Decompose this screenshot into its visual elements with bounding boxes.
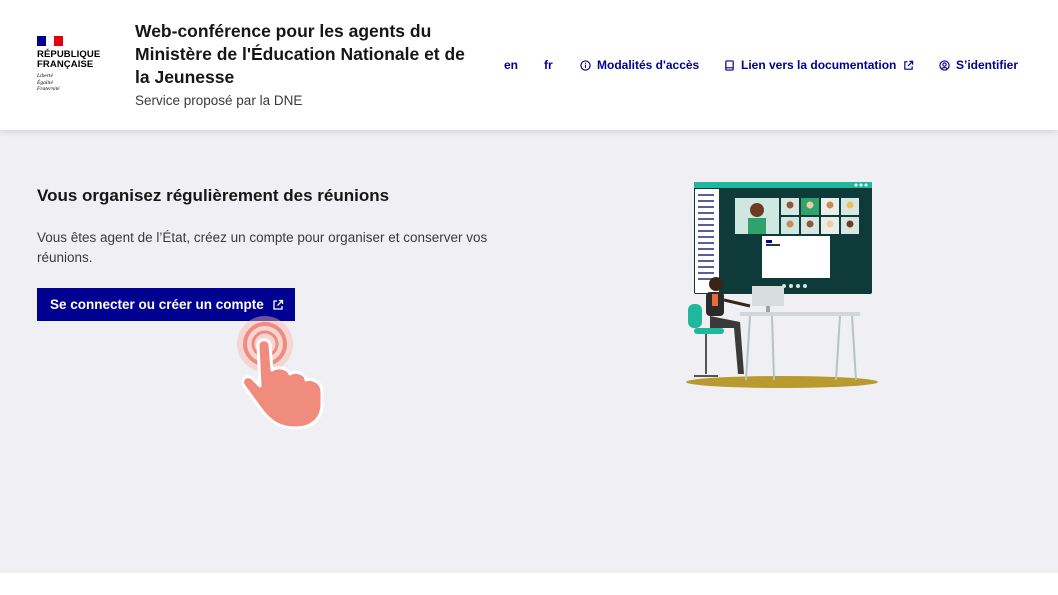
login-button-label: Se connecter ou créer un compte (50, 297, 264, 312)
site-header: RÉPUBLIQUE FRANÇAISE Liberté Égalité Fra… (0, 0, 1058, 130)
videoconference-illustration (686, 182, 878, 388)
info-icon (579, 59, 591, 71)
pointing-hand-icon (237, 316, 324, 430)
login-label: S’identifier (956, 58, 1019, 72)
external-link-icon (272, 299, 284, 311)
access-modalities-label: Modalités d'accès (597, 58, 700, 72)
user-icon (938, 59, 950, 71)
main-content: Vous organisez régulièrement des réunion… (0, 130, 1058, 573)
login-link[interactable]: S’identifier (938, 57, 1018, 73)
language-fr-link[interactable]: fr (544, 57, 553, 73)
page-heading: Vous organisez régulièrement des réunion… (37, 186, 390, 205)
service-tagline: Service proposé par la DNE (135, 93, 303, 108)
language-en-link[interactable]: en (504, 57, 518, 73)
motto-fraternite: Fraternité (37, 86, 60, 92)
documentation-link[interactable]: Lien vers la documentation (723, 57, 914, 73)
page-description: Vous êtes agent de l’État, créez un comp… (37, 230, 488, 265)
book-icon (723, 59, 735, 71)
footer-strip (0, 573, 1058, 595)
header-tools: en fr Modalités d'accès Lien vers la doc… (0, 57, 1058, 75)
logo-motto: Liberté Égalité Fraternité (37, 73, 117, 93)
access-modalities-link[interactable]: Modalités d'accès (579, 57, 699, 73)
documentation-label: Lien vers la documentation (741, 58, 897, 72)
external-link-icon (902, 59, 914, 71)
french-flag-icon (37, 36, 64, 46)
service-title[interactable]: Web-conférence pour les agents du Minist… (135, 20, 475, 89)
